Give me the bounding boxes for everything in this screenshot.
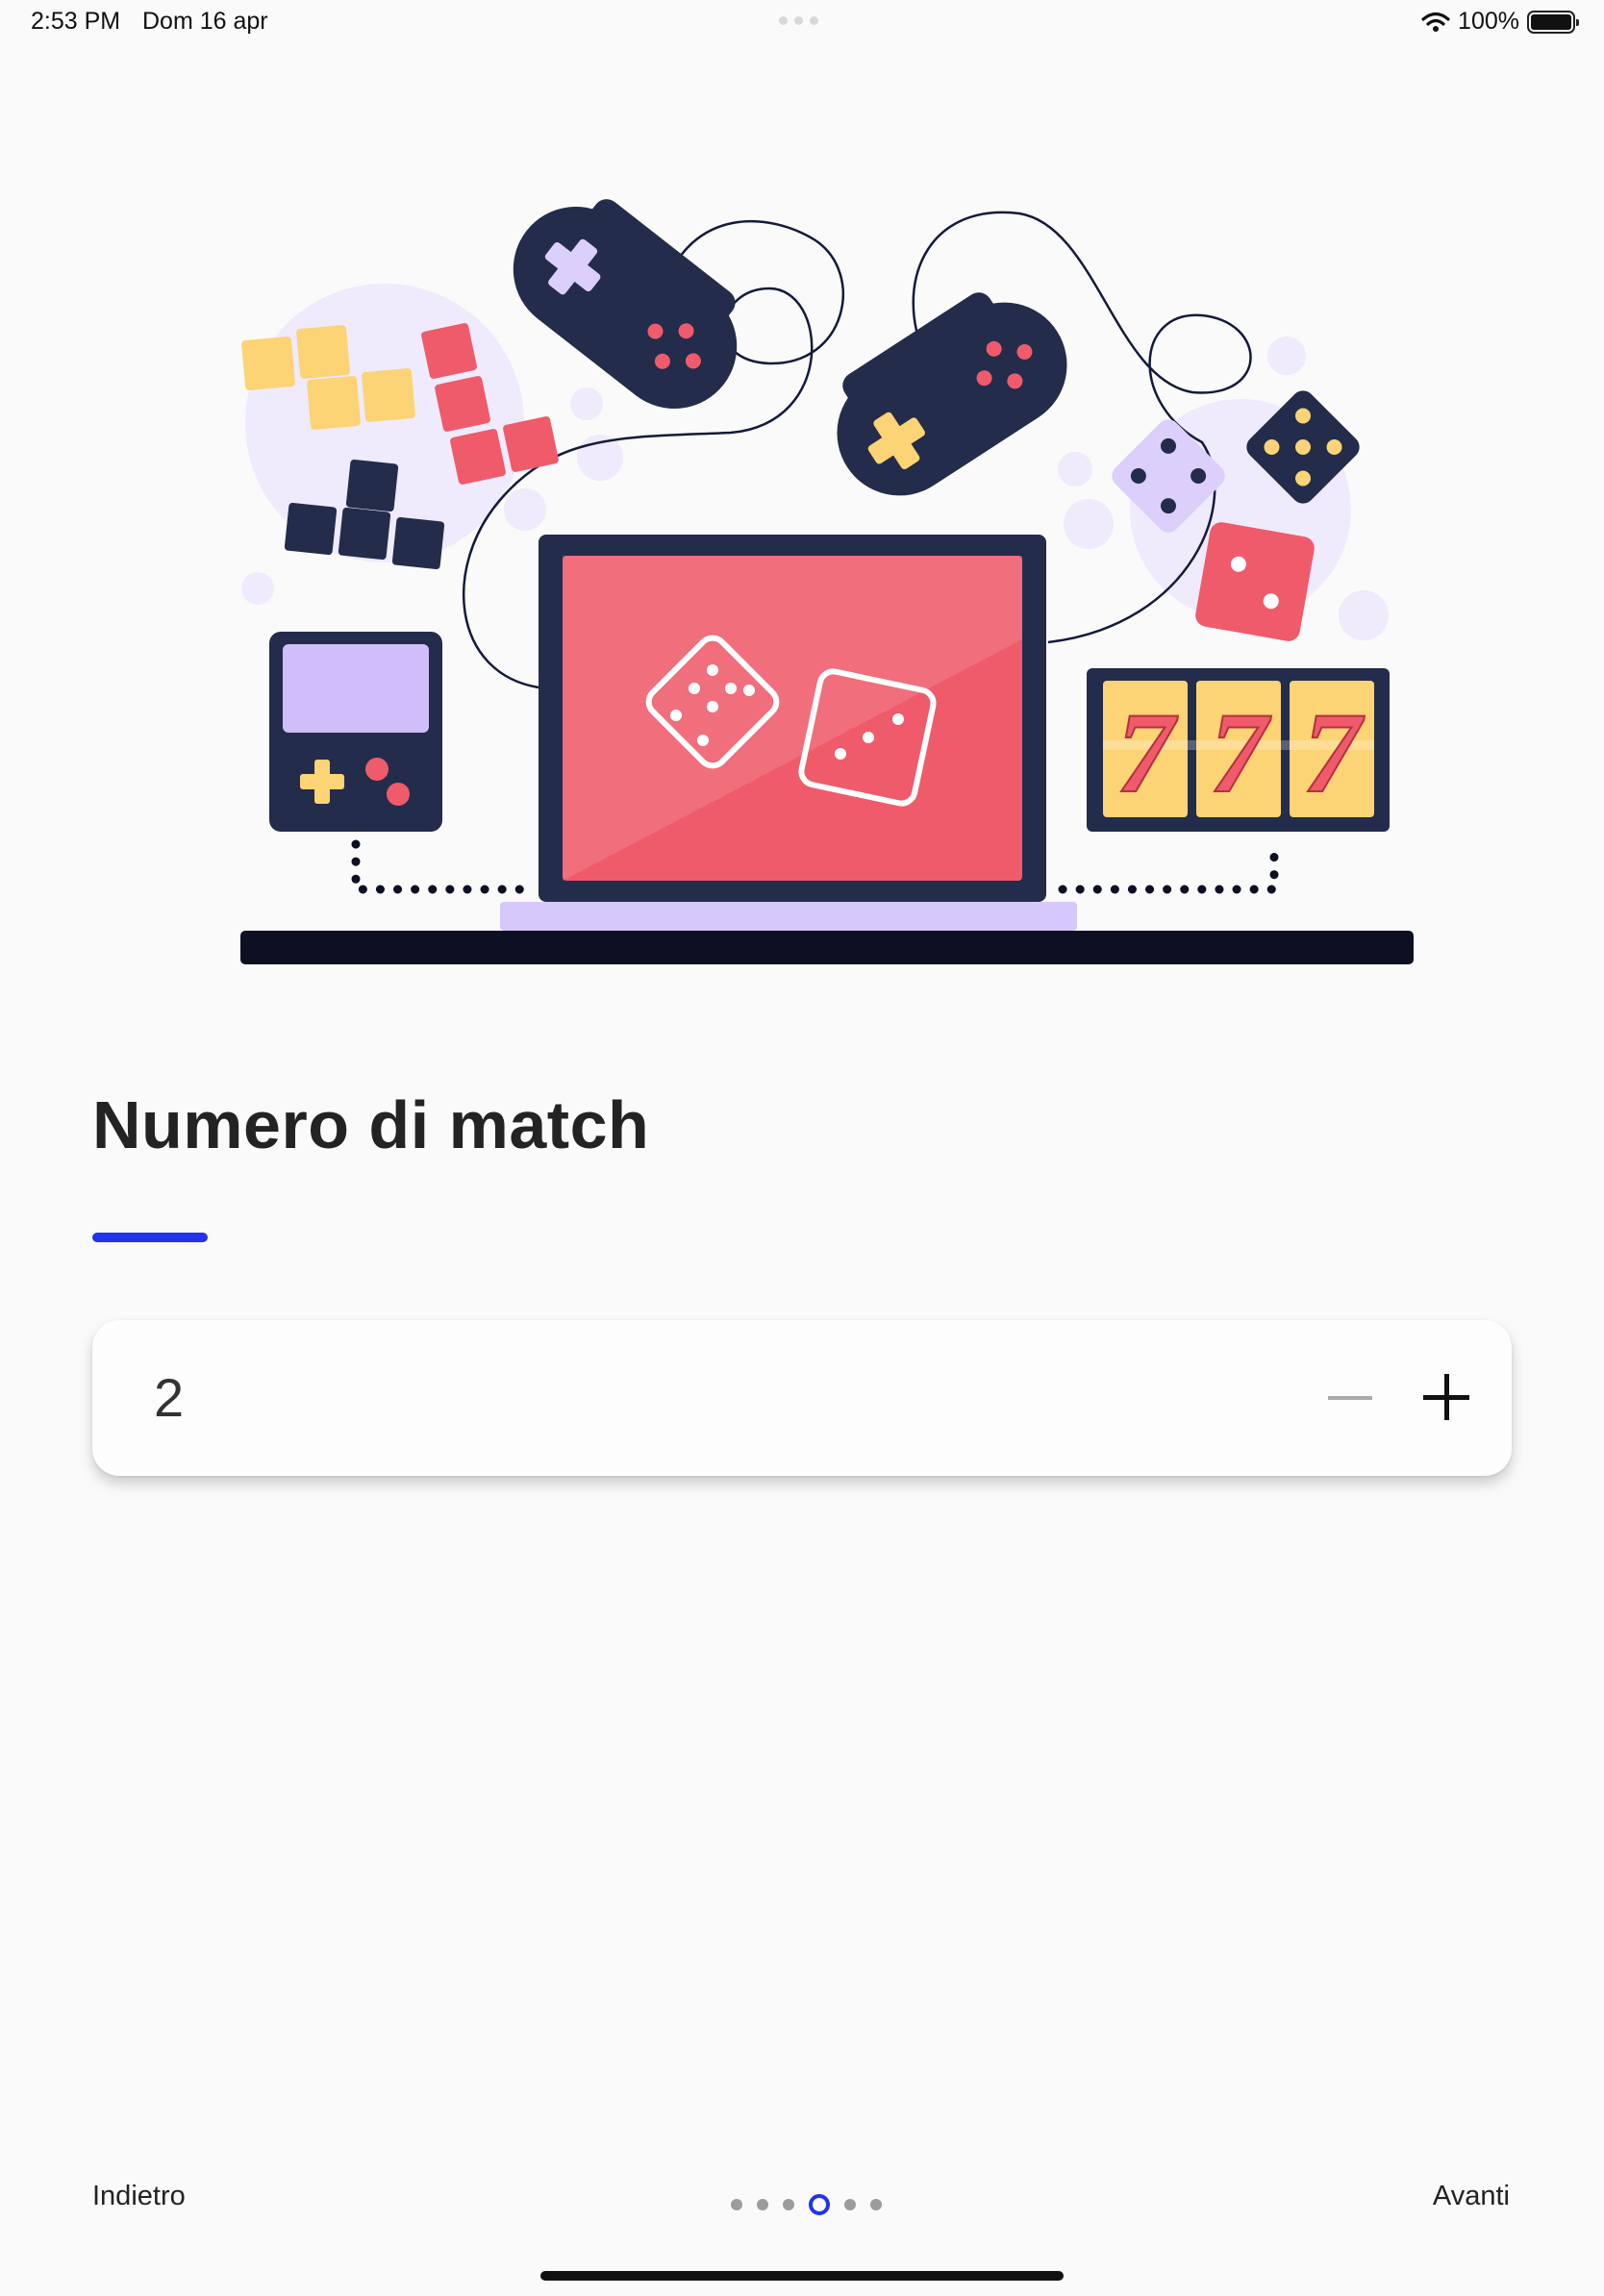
- page-dot: [783, 2199, 794, 2210]
- wifi-icon: [1421, 12, 1450, 32]
- next-button[interactable]: Avanti: [1433, 2181, 1510, 2212]
- gamepad-2: [837, 292, 1067, 496]
- back-button[interactable]: Indietro: [92, 2181, 186, 2212]
- title-underline: [92, 1233, 208, 1242]
- handheld-console: [269, 632, 442, 832]
- status-right: 100%: [1421, 8, 1579, 36]
- battery-icon: [1527, 10, 1579, 34]
- gaming-illustration: 7 7 7: [240, 199, 1414, 964]
- minus-icon: [1328, 1396, 1372, 1400]
- page-title: Numero di match: [92, 1087, 650, 1162]
- page-dot: [870, 2199, 882, 2210]
- stepper-value[interactable]: 2: [154, 1366, 184, 1429]
- svg-text:7: 7: [1303, 688, 1365, 816]
- page-indicator: [731, 2194, 882, 2215]
- red-die: [1195, 522, 1315, 641]
- status-time: 2:53 PM: [31, 8, 121, 35]
- gamepad-1: [513, 199, 738, 410]
- increment-button[interactable]: [1408, 1359, 1485, 1435]
- status-date: Dom 16 apr: [142, 8, 268, 35]
- svg-text:7: 7: [1210, 688, 1271, 816]
- svg-text:7: 7: [1116, 688, 1178, 816]
- home-indicator[interactable]: [540, 2271, 1064, 2281]
- status-bar: 2:53 PM Dom 16 apr 100%: [0, 0, 1604, 46]
- match-count-stepper: 2: [92, 1320, 1512, 1476]
- page-dot: [731, 2199, 742, 2210]
- slot-machine: 7 7 7: [1087, 668, 1390, 832]
- page-dot: [844, 2199, 856, 2210]
- page-dot-active: [809, 2194, 830, 2215]
- page-dot: [757, 2199, 768, 2210]
- battery-percent: 100%: [1458, 8, 1519, 35]
- multitasking-dots[interactable]: [779, 16, 818, 25]
- laptop: [500, 535, 1077, 931]
- decrement-button[interactable]: [1312, 1359, 1389, 1435]
